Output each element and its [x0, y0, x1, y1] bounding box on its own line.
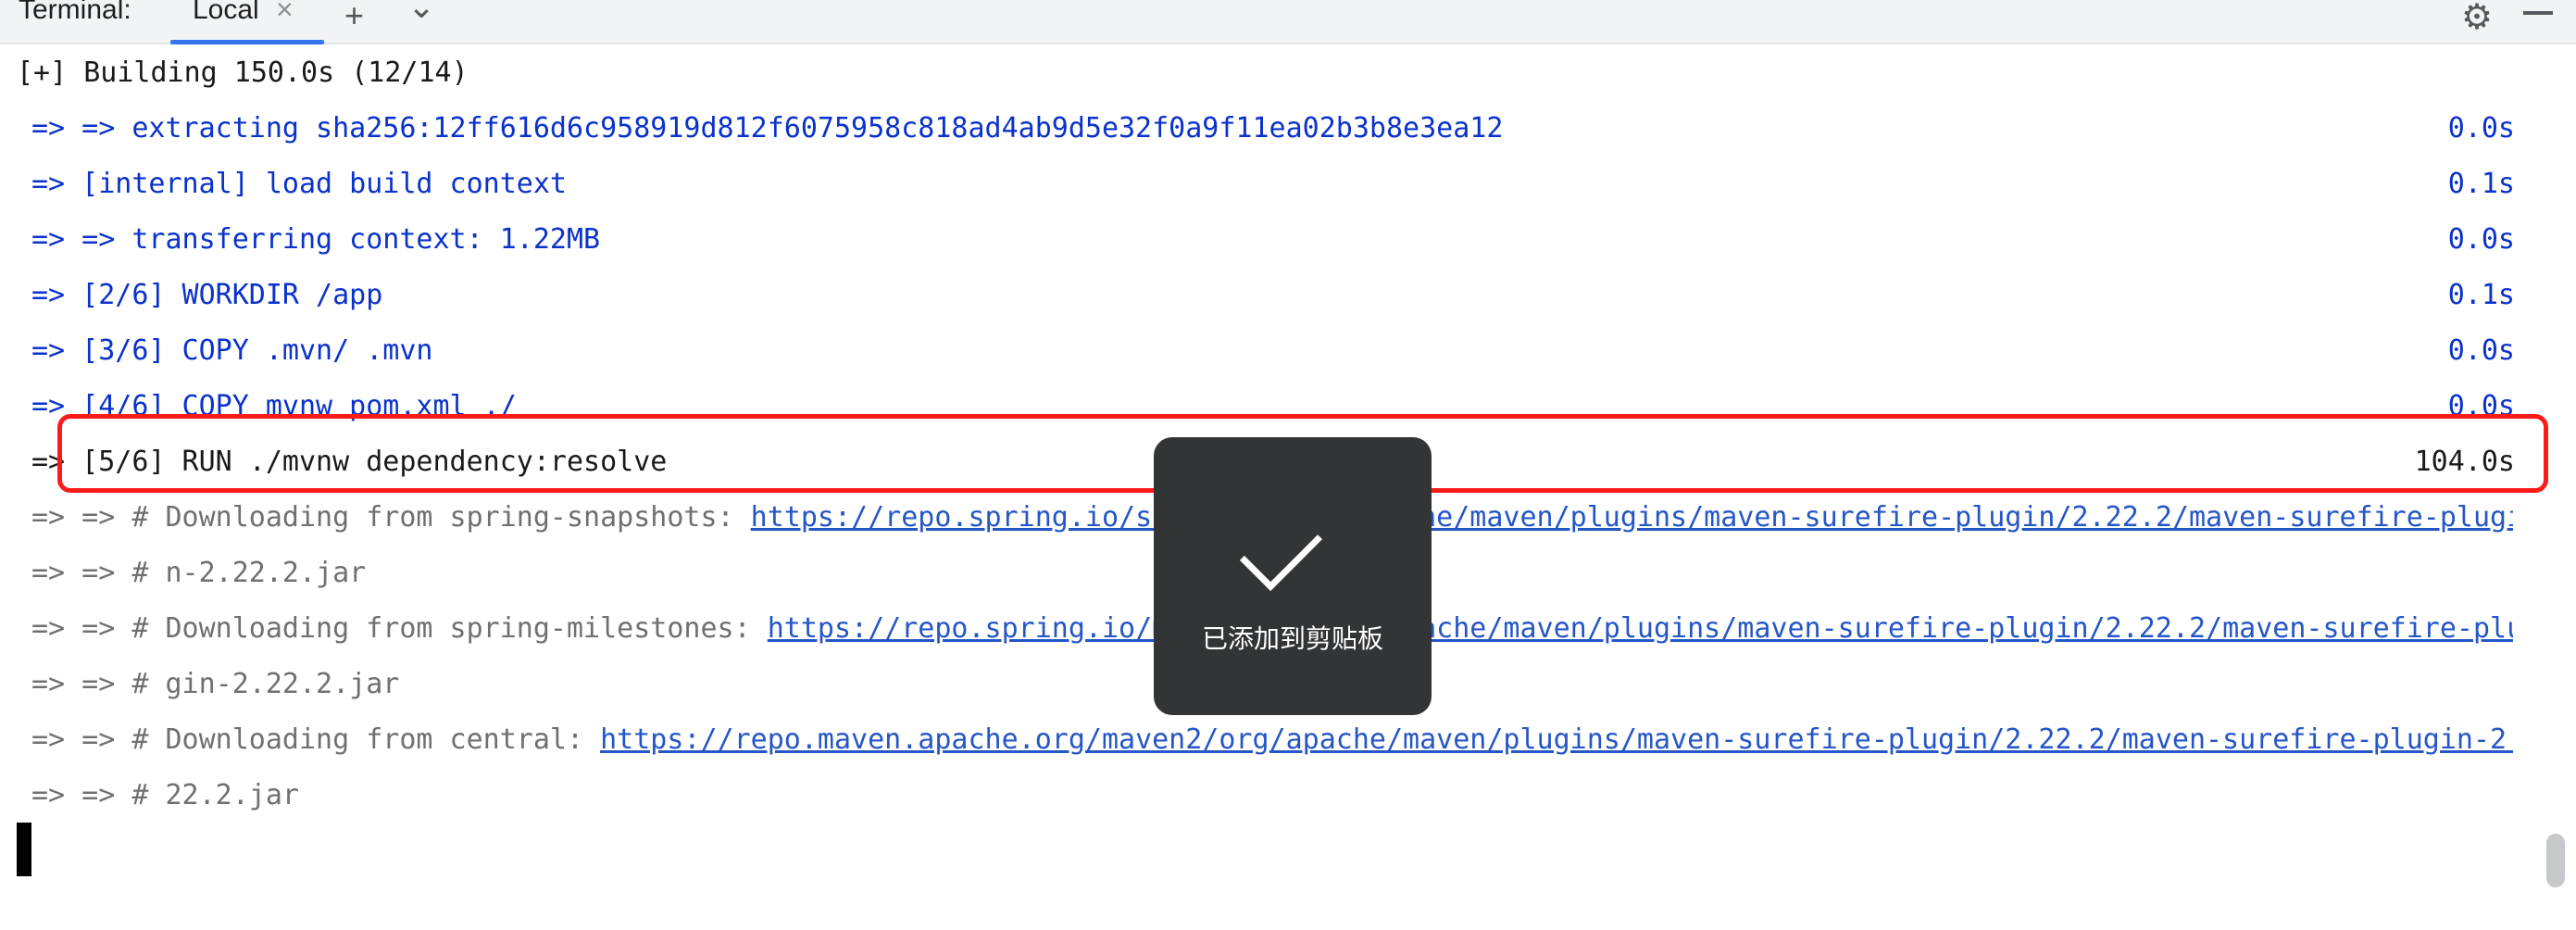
- terminal-title: Terminal:: [19, 0, 131, 25]
- step-time: 0.0s: [2447, 112, 2515, 145]
- add-tab-icon[interactable]: +: [344, 0, 364, 35]
- build-header-line: [+] Building 150.0s (12/14): [0, 46, 2576, 100]
- log-text: => => # n-2.22.2.jar: [31, 557, 367, 589]
- step-text: => [2/6] WORKDIR /app: [31, 279, 383, 311]
- chevron-down-icon[interactable]: ⌄: [407, 0, 435, 26]
- step-text: => => transferring context: 1.22MB: [31, 223, 601, 256]
- build-step-line: => [internal] load build context 0.1s: [0, 157, 2576, 211]
- close-icon[interactable]: ×: [276, 0, 294, 27]
- log-text: => => # Downloading from central:: [31, 723, 601, 756]
- scrollbar-thumb[interactable]: [2546, 834, 2565, 887]
- log-text: => => # gin-2.22.2.jar: [31, 668, 400, 700]
- log-text: => => # Downloading from spring-snapshot…: [31, 501, 751, 534]
- step-text: => => extracting sha256:12ff616d6c958919…: [31, 112, 1504, 145]
- step-text: => [internal] load build context: [31, 168, 567, 200]
- step-time: 0.1s: [2447, 168, 2515, 200]
- log-link[interactable]: https://repo.spring.io/snapshot/org/apac…: [751, 501, 2513, 534]
- terminal-tab-bar: Terminal: Local × + ⌄ ⚙: [0, 0, 2576, 44]
- log-link[interactable]: https://repo.maven.apache.org/maven2/org…: [600, 723, 2513, 756]
- step-text: => [3/6] COPY .mvn/ .mvn: [31, 334, 433, 367]
- check-icon: [1239, 508, 1323, 592]
- build-step-line: => => transferring context: 1.22MB 0.0s: [0, 213, 2576, 267]
- toast-message: 已添加到剪贴板: [1201, 623, 1383, 654]
- copied-toast: 已添加到剪贴板: [1154, 437, 1432, 715]
- log-link[interactable]: https://repo.spring.io/milestone/org/apa…: [768, 612, 2513, 645]
- build-step-line: => [2/6] WORKDIR /app 0.1s: [0, 269, 2576, 322]
- gear-icon[interactable]: ⚙: [2461, 0, 2493, 38]
- step-time: 0.1s: [2447, 279, 2515, 311]
- log-line: => => # 22.2.jar: [0, 769, 2576, 823]
- log-line: => => # Downloading from central: https:…: [0, 713, 2576, 767]
- build-step-line: => [3/6] COPY .mvn/ .mvn 0.0s: [0, 324, 2576, 378]
- build-header-text: [+] Building 150.0s (12/14): [17, 57, 469, 89]
- step-time: 0.0s: [2447, 334, 2515, 367]
- terminal-cursor: [17, 823, 31, 876]
- minimize-icon[interactable]: [2523, 11, 2553, 15]
- log-text: => => # 22.2.jar: [31, 779, 299, 811]
- step-time: 0.0s: [2447, 223, 2515, 256]
- tab-local-label: Local: [193, 0, 259, 25]
- build-step-line: => => extracting sha256:12ff616d6c958919…: [0, 102, 2576, 156]
- tab-local[interactable]: Local ×: [170, 0, 324, 44]
- log-text: => => # Downloading from spring-mileston…: [31, 612, 768, 645]
